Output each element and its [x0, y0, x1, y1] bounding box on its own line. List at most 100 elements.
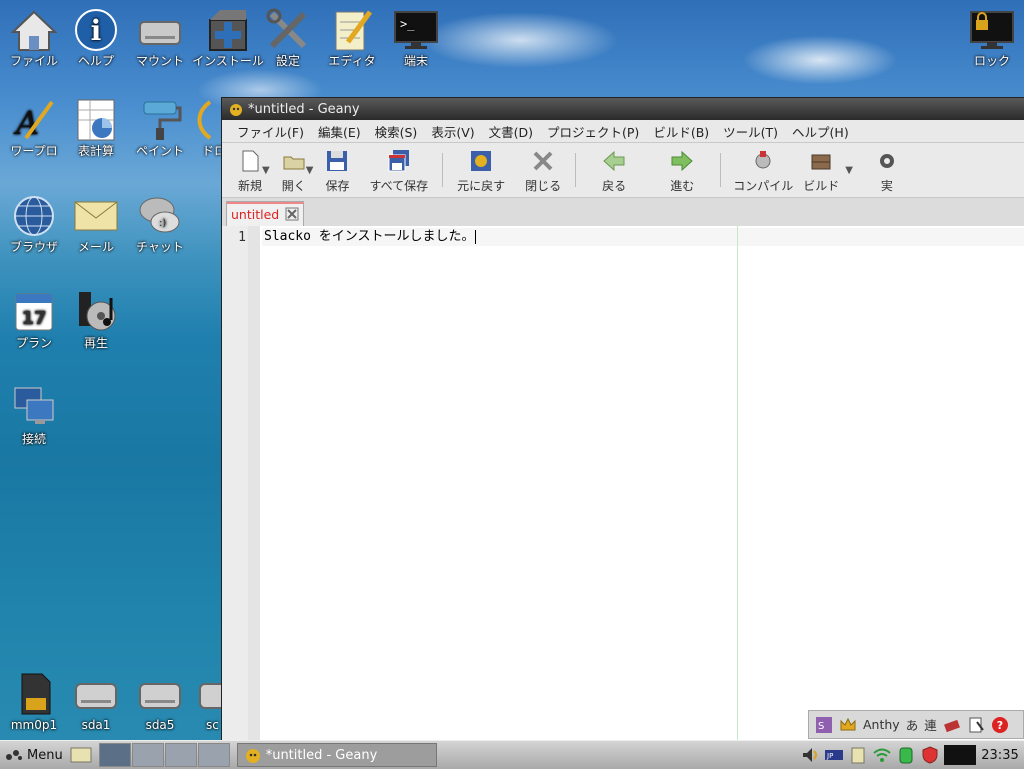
tab-close-button[interactable]	[285, 207, 299, 221]
compile-button[interactable]: コンパイル	[725, 146, 797, 194]
build-button[interactable]: ビルド	[797, 146, 845, 194]
desktop-icon-spreadsheet[interactable]: 表計算	[64, 98, 128, 158]
build-bricks-icon	[811, 154, 831, 170]
save-button[interactable]: 保存	[315, 146, 359, 194]
desktop-icon-settings[interactable]: 設定	[256, 8, 320, 68]
build-dropdown-arrow[interactable]: ▼	[845, 165, 853, 176]
wifi-icon[interactable]	[872, 745, 892, 765]
workspace-1[interactable]	[98, 743, 131, 767]
workspace-2[interactable]	[131, 743, 164, 767]
desktop-icon-draw[interactable]: ドロ	[192, 98, 222, 158]
geany-app-icon	[230, 104, 242, 116]
ime-conversion-mode[interactable]: 連	[924, 715, 937, 734]
menu-help[interactable]: ヘルプ(H)	[785, 122, 856, 141]
desktop-icon-sc[interactable]: sc	[192, 672, 222, 732]
spreadsheet-icon	[77, 99, 115, 141]
info-icon: i	[75, 9, 117, 51]
terminal-icon: >_	[394, 11, 438, 49]
crown-icon[interactable]	[839, 716, 857, 734]
puppy-paw-icon	[6, 750, 22, 760]
desktop-icon-browser[interactable]: ブラウザ	[2, 194, 66, 254]
desktop-icon-connect[interactable]: 接続	[2, 386, 66, 446]
save-all-button[interactable]: すべて保存	[359, 146, 438, 194]
hdd-icon	[199, 683, 222, 709]
close-icon	[533, 151, 553, 171]
close-button[interactable]: 閉じる	[515, 146, 571, 194]
firewall-shield-icon[interactable]	[920, 745, 940, 765]
open-dropdown-arrow[interactable]: ▼	[306, 165, 314, 176]
desktop-icon-mail[interactable]: メール	[64, 194, 128, 254]
desktop-icon-mount[interactable]: マウント	[128, 8, 192, 68]
desktop-icon-sda1[interactable]: sda1	[64, 672, 128, 732]
new-file-icon	[242, 150, 259, 172]
desktop-icon-plan[interactable]: 17 プラン	[2, 290, 66, 350]
desktop-icon-chat[interactable]: :) チャット	[128, 194, 192, 254]
menu-view[interactable]: 表示(V)	[424, 122, 481, 141]
revert-icon	[471, 151, 492, 171]
preferences-icon[interactable]	[967, 716, 985, 734]
menu-tools[interactable]: ツール(T)	[716, 122, 785, 141]
save-all-icon	[388, 150, 409, 172]
disk-usage-icon[interactable]	[896, 745, 916, 765]
menu-document[interactable]: 文書(D)	[482, 122, 540, 141]
workspace-3[interactable]	[164, 743, 197, 767]
show-desktop-icon[interactable]	[69, 745, 93, 765]
new-dropdown-arrow[interactable]: ▼	[262, 165, 270, 176]
compile-icon	[755, 151, 771, 169]
desktop-icon-editor[interactable]: エディタ	[320, 8, 384, 68]
back-button[interactable]: 戻る	[580, 146, 648, 194]
window-titlebar[interactable]: *untitled - Geany	[222, 98, 1024, 120]
workspace-4[interactable]	[197, 743, 230, 767]
ime-toolbar: S Anthy あ 連 ?	[808, 710, 1024, 739]
menu-file[interactable]: ファイル(F)	[230, 122, 311, 141]
menu-build[interactable]: ビルド(B)	[646, 122, 716, 141]
desktop-icon-install[interactable]: インストール	[192, 8, 264, 68]
ime-name[interactable]: Anthy	[863, 717, 900, 732]
revert-button[interactable]: 元に戻す	[447, 146, 515, 194]
taskbar: Menu *untitled - Geany JP 23:35	[0, 740, 1024, 769]
desktop-icon-wordprocessor[interactable]: A ワープロ	[2, 98, 66, 158]
dictionary-icon[interactable]	[943, 716, 961, 734]
menubar: ファイル(F) 編集(E) 検索(S) 表示(V) 文書(D) プロジェクト(P…	[222, 120, 1024, 143]
menu-edit[interactable]: 編集(E)	[311, 122, 368, 141]
editor-area[interactable]: 1 Slacko をインストールしました。	[222, 226, 1024, 740]
hdd-icon	[139, 683, 181, 709]
desktop-icon-paint[interactable]: ペイント	[128, 98, 192, 158]
toolbar-separator	[575, 153, 577, 187]
desktop-icon-file[interactable]: ファイル	[2, 8, 66, 68]
tools-icon	[266, 8, 307, 49]
system-tray: JP 23:35	[800, 742, 1024, 768]
clock[interactable]: 23:35	[980, 748, 1020, 763]
ime-hiragana-mode[interactable]: あ	[906, 715, 919, 734]
toolbar-separator	[720, 153, 722, 187]
desktop-icon-play[interactable]: 再生	[64, 290, 128, 350]
keyboard-layout-icon[interactable]: JP	[824, 745, 844, 765]
globe-icon	[14, 196, 54, 236]
run-button[interactable]: 実	[855, 146, 899, 194]
home-icon	[11, 10, 57, 51]
code-line[interactable]: Slacko をインストールしました。	[262, 228, 1024, 246]
toolbar: 新規 ▼ 開く ▼ 保存 すべて保存 元に戻す 閉じる 戻る 進む コンパイル …	[222, 143, 1024, 198]
long-line-marker	[737, 226, 738, 740]
desktop-icon-terminal[interactable]: >_ 端末	[384, 8, 448, 68]
install-box-icon	[209, 10, 247, 51]
hdd-icon	[75, 683, 117, 709]
menu-project[interactable]: プロジェクト(P)	[540, 122, 646, 141]
desktop-icon-sda5[interactable]: sda5	[128, 672, 192, 732]
svg-text:?: ?	[997, 719, 1003, 732]
forward-button[interactable]: 進む	[648, 146, 716, 194]
volume-icon[interactable]	[800, 745, 820, 765]
tab-untitled[interactable]: untitled	[226, 201, 305, 226]
menu-search[interactable]: 検索(S)	[368, 122, 425, 141]
start-menu-button[interactable]: Menu	[0, 742, 69, 768]
help-icon[interactable]: ?	[991, 716, 1009, 734]
taskbar-window-geany[interactable]: *untitled - Geany	[236, 743, 437, 767]
clipboard-icon[interactable]	[848, 745, 868, 765]
lock-screen-icon	[970, 11, 1014, 49]
svg-text:JP: JP	[826, 752, 833, 760]
toolbar-separator	[442, 153, 444, 187]
desktop-icon-mm0p1[interactable]: mm0p1	[2, 672, 66, 732]
scim-icon[interactable]: S	[815, 716, 833, 734]
desktop-icon-help[interactable]: i ヘルプ	[64, 8, 128, 68]
desktop-icon-lock[interactable]: ロック	[960, 8, 1024, 68]
